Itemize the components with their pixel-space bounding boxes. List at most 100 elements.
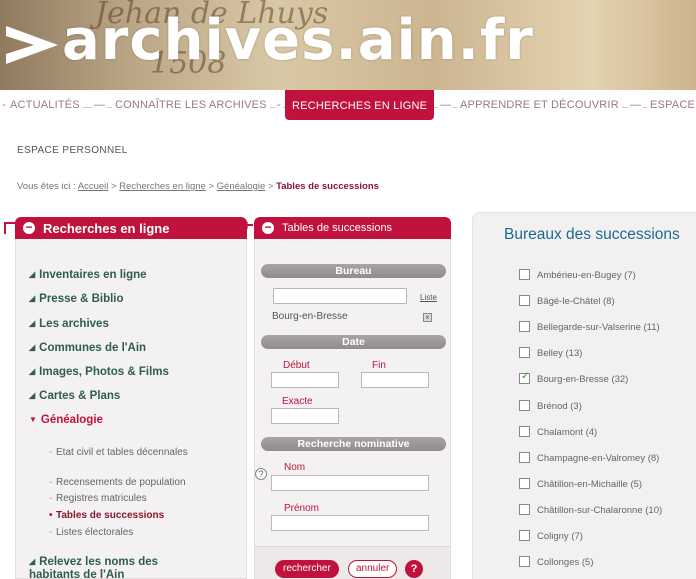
bureaux-panel: Bureaux des successions Ambérieu-en-Buge… bbox=[472, 212, 696, 579]
liste-link[interactable]: Liste bbox=[420, 293, 437, 302]
label-nom: Nom bbox=[284, 462, 306, 473]
triangle-right-icon: ◢ bbox=[29, 319, 36, 328]
checkbox[interactable] bbox=[519, 425, 530, 437]
bureau-option-label: Bellegarde-sur-Valserine (11) bbox=[537, 322, 660, 334]
bureau-input[interactable] bbox=[273, 288, 407, 304]
sub-item-etat-civil[interactable]: - Etat civil et tables décennales bbox=[49, 446, 196, 459]
breadcrumb-link-genealogie[interactable]: Généalogie bbox=[217, 181, 266, 192]
search-button[interactable]: rechercher bbox=[275, 560, 339, 578]
bureau-option-label: Ambérieu-en-Bugey (7) bbox=[537, 270, 636, 281]
bureau-option-label: Bâgé-le-Châtel (8) bbox=[537, 296, 615, 308]
nav-separator: - bbox=[275, 99, 283, 111]
help-button[interactable]: ? bbox=[405, 560, 423, 578]
sub-item-label: Tables de successions bbox=[56, 510, 165, 521]
left-panel-title: Recherches en ligne bbox=[43, 221, 170, 236]
menu-item-label: Presse & Biblio bbox=[39, 293, 124, 305]
breadcrumb-prefix: Vous êtes ici : bbox=[17, 181, 76, 192]
menu-item-presse[interactable]: ◢ Presse & Biblio bbox=[29, 293, 124, 305]
checkbox[interactable] bbox=[519, 295, 530, 307]
checkbox[interactable] bbox=[519, 321, 530, 333]
nav-item-actualites[interactable]: ACTUALITÉS bbox=[7, 99, 83, 111]
checkbox[interactable] bbox=[519, 269, 530, 280]
label-exacte: Exacte bbox=[282, 396, 313, 407]
panel-connector bbox=[4, 222, 15, 234]
bureau-option-label: Champagne-en-Valromey (8) bbox=[537, 452, 660, 464]
breadcrumb-separator: > bbox=[208, 181, 215, 192]
menu-item-cartes[interactable]: ◢ Cartes & Plans bbox=[29, 390, 120, 402]
collapse-icon[interactable]: − bbox=[262, 221, 274, 234]
menu-item-label: Généalogie bbox=[40, 414, 103, 426]
menu-item-label: Images, Photos & Films bbox=[39, 366, 169, 378]
bureau-option-label: Collonges (5) bbox=[537, 557, 594, 569]
triangle-right-icon: ◢ bbox=[29, 294, 36, 303]
bureau-option-label: Belley (13) bbox=[537, 348, 583, 360]
bullet-icon: - bbox=[49, 527, 53, 538]
sub-item-tables-successions[interactable]: • Tables de successions bbox=[49, 509, 165, 522]
checkbox[interactable] bbox=[519, 399, 530, 411]
menu-item-genealogie[interactable]: ▼ Généalogie bbox=[29, 414, 103, 426]
remove-icon[interactable]: × bbox=[423, 313, 432, 322]
label-fin: Fin bbox=[372, 360, 386, 371]
menu-item-label: Communes de l'Ain bbox=[39, 342, 147, 354]
sub-item-label: Recensements de population bbox=[56, 477, 186, 488]
menu-item-images[interactable]: ◢ Images, Photos & Films bbox=[29, 366, 169, 378]
triangle-down-icon: ▼ bbox=[29, 415, 37, 424]
cancel-button[interactable]: annuler bbox=[348, 560, 398, 578]
bureau-option-label: Coligny (7) bbox=[537, 531, 583, 542]
sub-item-registres[interactable]: - Registres matricules bbox=[49, 492, 147, 505]
triangle-right-icon: ◢ bbox=[29, 557, 36, 566]
bureau-option-label: Bourg-en-Bresse (32) bbox=[537, 374, 629, 386]
bullet-icon: - bbox=[49, 447, 53, 458]
breadcrumb-link-accueil[interactable]: Accueil bbox=[78, 181, 109, 192]
checkbox[interactable] bbox=[519, 347, 530, 359]
bureau-option-label: Châtillon-sur-Chalaronne (10) bbox=[537, 504, 663, 516]
menu-item-relevez[interactable]: ◢ Relevez les noms des habitants de l'Ain bbox=[29, 556, 179, 579]
menu-item-label: Relevez les noms des habitants de l'Ain bbox=[29, 556, 159, 579]
nav-item-apprendre[interactable]: APPRENDRE ET DÉCOUVRIR bbox=[457, 99, 622, 111]
nav-separator: — bbox=[92, 99, 107, 111]
nav-item-espace[interactable]: ESPACE bbox=[647, 99, 696, 111]
bureaux-panel-title: Bureaux des successions bbox=[504, 226, 680, 243]
menu-item-label: Les archives bbox=[39, 318, 109, 330]
debut-input[interactable] bbox=[271, 372, 339, 388]
bullet-icon: • bbox=[49, 510, 53, 521]
selected-bureau: Bourg-en-Bresse bbox=[272, 311, 348, 322]
triangle-right-icon: ◢ bbox=[29, 343, 36, 352]
checkbox[interactable] bbox=[519, 451, 530, 463]
collapse-icon[interactable]: − bbox=[23, 221, 35, 234]
menu-item-inventaires[interactable]: ◢ Inventaires en ligne bbox=[29, 269, 147, 281]
nav-item-recherches[interactable]: RECHERCHES EN LIGNE bbox=[285, 90, 435, 120]
sub-item-listes-electorales[interactable]: - Listes électorales bbox=[49, 526, 133, 539]
breadcrumb-separator: > bbox=[267, 181, 274, 192]
menu-item-label: Cartes & Plans bbox=[39, 390, 121, 402]
checkbox[interactable] bbox=[519, 556, 530, 568]
nom-input[interactable] bbox=[271, 475, 429, 491]
checkbox-checked[interactable] bbox=[519, 371, 530, 385]
site-logo[interactable]: archives.ain.fr bbox=[62, 8, 534, 73]
checkbox[interactable] bbox=[519, 503, 530, 515]
nav-separator: — bbox=[438, 99, 453, 111]
label-prenom: Prénom bbox=[284, 503, 320, 514]
logo-chevron-icon bbox=[6, 26, 58, 64]
nav-item-espace-personnel[interactable]: ESPACE PERSONNEL bbox=[17, 145, 128, 156]
menu-item-communes[interactable]: ◢ Communes de l'Ain bbox=[29, 342, 146, 354]
section-nominative: Recherche nominative bbox=[261, 437, 446, 451]
breadcrumb-link-recherches[interactable]: Recherches en ligne bbox=[119, 181, 206, 192]
sub-item-recensements[interactable]: - Recensements de population bbox=[49, 476, 186, 489]
menu-item-label: Inventaires en ligne bbox=[39, 269, 147, 281]
exacte-input[interactable] bbox=[271, 408, 339, 424]
bullet-icon: - bbox=[49, 477, 53, 488]
help-icon[interactable]: ? bbox=[255, 468, 267, 480]
search-panel: Bureau Liste Bourg-en-Bresse × Date Débu… bbox=[254, 239, 451, 579]
prenom-input[interactable] bbox=[271, 515, 429, 531]
search-panel-header: − Tables de successions bbox=[254, 217, 451, 239]
checkbox[interactable] bbox=[519, 477, 530, 489]
nav-item-connaitre[interactable]: CONNAÎTRE LES ARCHIVES bbox=[112, 99, 270, 111]
panel-connector bbox=[243, 224, 253, 226]
triangle-right-icon: ◢ bbox=[29, 367, 36, 376]
bureau-option-label: Chalamont (4) bbox=[537, 426, 598, 438]
checkbox[interactable] bbox=[519, 530, 530, 541]
fin-input[interactable] bbox=[361, 372, 429, 388]
menu-item-archives[interactable]: ◢ Les archives bbox=[29, 318, 109, 330]
label-debut: Début bbox=[283, 360, 310, 371]
